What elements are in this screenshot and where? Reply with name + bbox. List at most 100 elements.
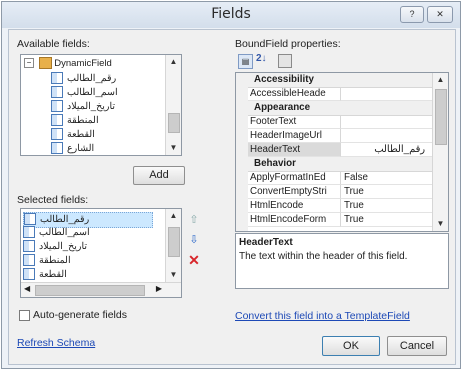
selected-fields-list[interactable]: رقم_الطالب اسم_الطالب تاريخ_الميلاد المنطقة… (20, 208, 182, 298)
field-icon (23, 254, 35, 267)
title-bar: Fields ? ✕ (2, 2, 460, 28)
property-value[interactable] (341, 87, 433, 101)
tree-item[interactable]: اسم_الطالب (51, 86, 161, 100)
list-item-label: القطعة (39, 269, 67, 280)
property-name: AccessibleHeade (248, 87, 341, 101)
property-scrollbar[interactable]: ▲ ▼ (432, 73, 448, 231)
collapse-icon[interactable]: − (24, 58, 34, 69)
help-button[interactable]: ? (400, 6, 424, 23)
property-value[interactable] (341, 115, 433, 129)
property-row[interactable]: AccessibleHeade (248, 87, 434, 101)
close-button[interactable]: ✕ (427, 6, 453, 23)
property-name: ConvertEmptyStri (248, 185, 341, 199)
tree-item-label: تاريخ_الميلاد (67, 101, 115, 112)
scroll-down-icon[interactable]: ▼ (166, 268, 181, 282)
property-value[interactable]: False (341, 171, 433, 185)
tree-root[interactable]: − DynamicField (24, 57, 112, 71)
property-row[interactable]: HtmlEncodeForm True (248, 213, 434, 227)
scroll-up-icon[interactable]: ▲ (166, 55, 181, 69)
field-icon (51, 72, 63, 85)
scroll-right-icon[interactable]: ▶ (156, 284, 162, 293)
categorized-icon[interactable]: ▤ (238, 54, 253, 69)
selected-vscrollbar[interactable]: ▲ ▼ (165, 209, 181, 282)
list-item[interactable]: تاريخ_الميلاد (23, 240, 151, 254)
database-icon (38, 57, 52, 70)
field-icon (51, 100, 63, 113)
description-title: HeaderText (239, 237, 293, 248)
property-category[interactable]: ◢Behavior (238, 157, 434, 172)
list-item-label: اسم_الطالب (39, 227, 90, 238)
property-pages-icon[interactable] (278, 54, 292, 68)
tree-item[interactable]: المنطقة (51, 114, 161, 128)
properties-label: BoundField properties: (235, 38, 341, 50)
scroll-up-icon[interactable]: ▲ (166, 209, 181, 223)
scroll-thumb[interactable] (435, 89, 447, 145)
property-row[interactable]: HeaderImageUrl (248, 129, 434, 143)
scroll-thumb[interactable] (168, 227, 180, 257)
tree-item-label: رقم_الطالب (67, 73, 117, 84)
available-scrollbar[interactable]: ▲ ▼ (165, 55, 181, 155)
scroll-down-icon[interactable]: ▼ (166, 141, 181, 155)
scroll-down-icon[interactable]: ▼ (433, 217, 448, 231)
list-item[interactable]: القطعة (23, 268, 151, 282)
category-label: Accessibility (254, 74, 314, 85)
available-fields-tree[interactable]: − DynamicField رقم_الطالب اسم_الطالب تاريخ… (20, 54, 182, 156)
ok-button[interactable]: OK (322, 336, 380, 356)
field-icon (51, 114, 63, 127)
property-gutter (236, 73, 248, 231)
tree-item-label: اسم_الطالب (67, 87, 118, 98)
tree-item-label: المنطقة (67, 115, 99, 126)
list-item[interactable]: المنطقة (23, 254, 151, 268)
dialog-title: Fields (211, 6, 251, 22)
available-fields-label: Available fields: (17, 38, 90, 50)
fields-dialog: Fields ? ✕ Available fields: − DynamicFi… (1, 1, 461, 369)
property-value[interactable]: True (341, 199, 433, 213)
field-icon (23, 240, 35, 253)
property-name: HeaderImageUrl (248, 129, 341, 143)
property-name: HtmlEncode (248, 199, 341, 213)
tree-item[interactable]: الشارع (51, 142, 161, 156)
category-label: Appearance (254, 102, 311, 113)
delete-icon[interactable]: ✕ (187, 253, 201, 267)
add-button[interactable]: Add (133, 166, 185, 185)
field-icon (51, 86, 63, 99)
property-grid[interactable]: ◢AccessibilityAccessibleHeade◢Appearance… (235, 72, 449, 232)
list-item[interactable]: اسم_الطالب (23, 226, 151, 240)
selected-hscrollbar[interactable]: ◀ ▶ (21, 282, 181, 297)
tree-item[interactable]: تاريخ_الميلاد (51, 100, 161, 114)
property-name: HtmlEncodeForm (248, 213, 341, 227)
description-text: The text within the header of this field… (239, 251, 408, 262)
selected-fields-label: Selected fields: (17, 194, 89, 206)
move-down-icon[interactable]: ⇩ (187, 233, 201, 247)
auto-generate-label: Auto-generate fields (33, 309, 127, 321)
field-icon (51, 128, 63, 141)
alphabetical-icon[interactable]: 2↓ (256, 53, 267, 64)
property-row[interactable]: ConvertEmptyStri True (248, 185, 434, 199)
hscroll-thumb[interactable] (35, 285, 145, 296)
property-value[interactable]: رقم_الطالب (341, 143, 433, 157)
dialog-body: Available fields: − DynamicField رقم_الط… (8, 29, 456, 365)
tree-root-label: DynamicField (54, 58, 112, 69)
property-category[interactable]: ◢Accessibility (238, 73, 434, 88)
auto-generate-checkbox[interactable] (19, 310, 30, 321)
scroll-left-icon[interactable]: ◀ (24, 284, 30, 293)
property-value[interactable]: True (341, 213, 433, 227)
property-row[interactable]: HeaderText رقم_الطالب (248, 143, 434, 157)
property-row[interactable]: ApplyFormatInEd False (248, 171, 434, 185)
property-row[interactable]: FooterText (248, 115, 434, 129)
field-icon (24, 213, 36, 226)
property-name: ApplyFormatInEd (248, 171, 341, 185)
convert-templatefield-link[interactable]: Convert this field into a TemplateField (235, 310, 410, 322)
tree-item[interactable]: رقم_الطالب (51, 72, 161, 86)
property-value[interactable]: True (341, 185, 433, 199)
tree-item-label: الشارع (67, 143, 95, 154)
property-value[interactable] (341, 129, 433, 143)
property-row[interactable]: HtmlEncode True (248, 199, 434, 213)
tree-item[interactable]: القطعة (51, 128, 161, 142)
cancel-button[interactable]: Cancel (387, 336, 447, 356)
refresh-schema-link[interactable]: Refresh Schema (17, 337, 95, 349)
property-category[interactable]: ◢Appearance (238, 101, 434, 116)
scroll-thumb[interactable] (168, 113, 180, 133)
scroll-up-icon[interactable]: ▲ (433, 73, 448, 87)
move-up-icon[interactable]: ⇧ (187, 213, 201, 227)
